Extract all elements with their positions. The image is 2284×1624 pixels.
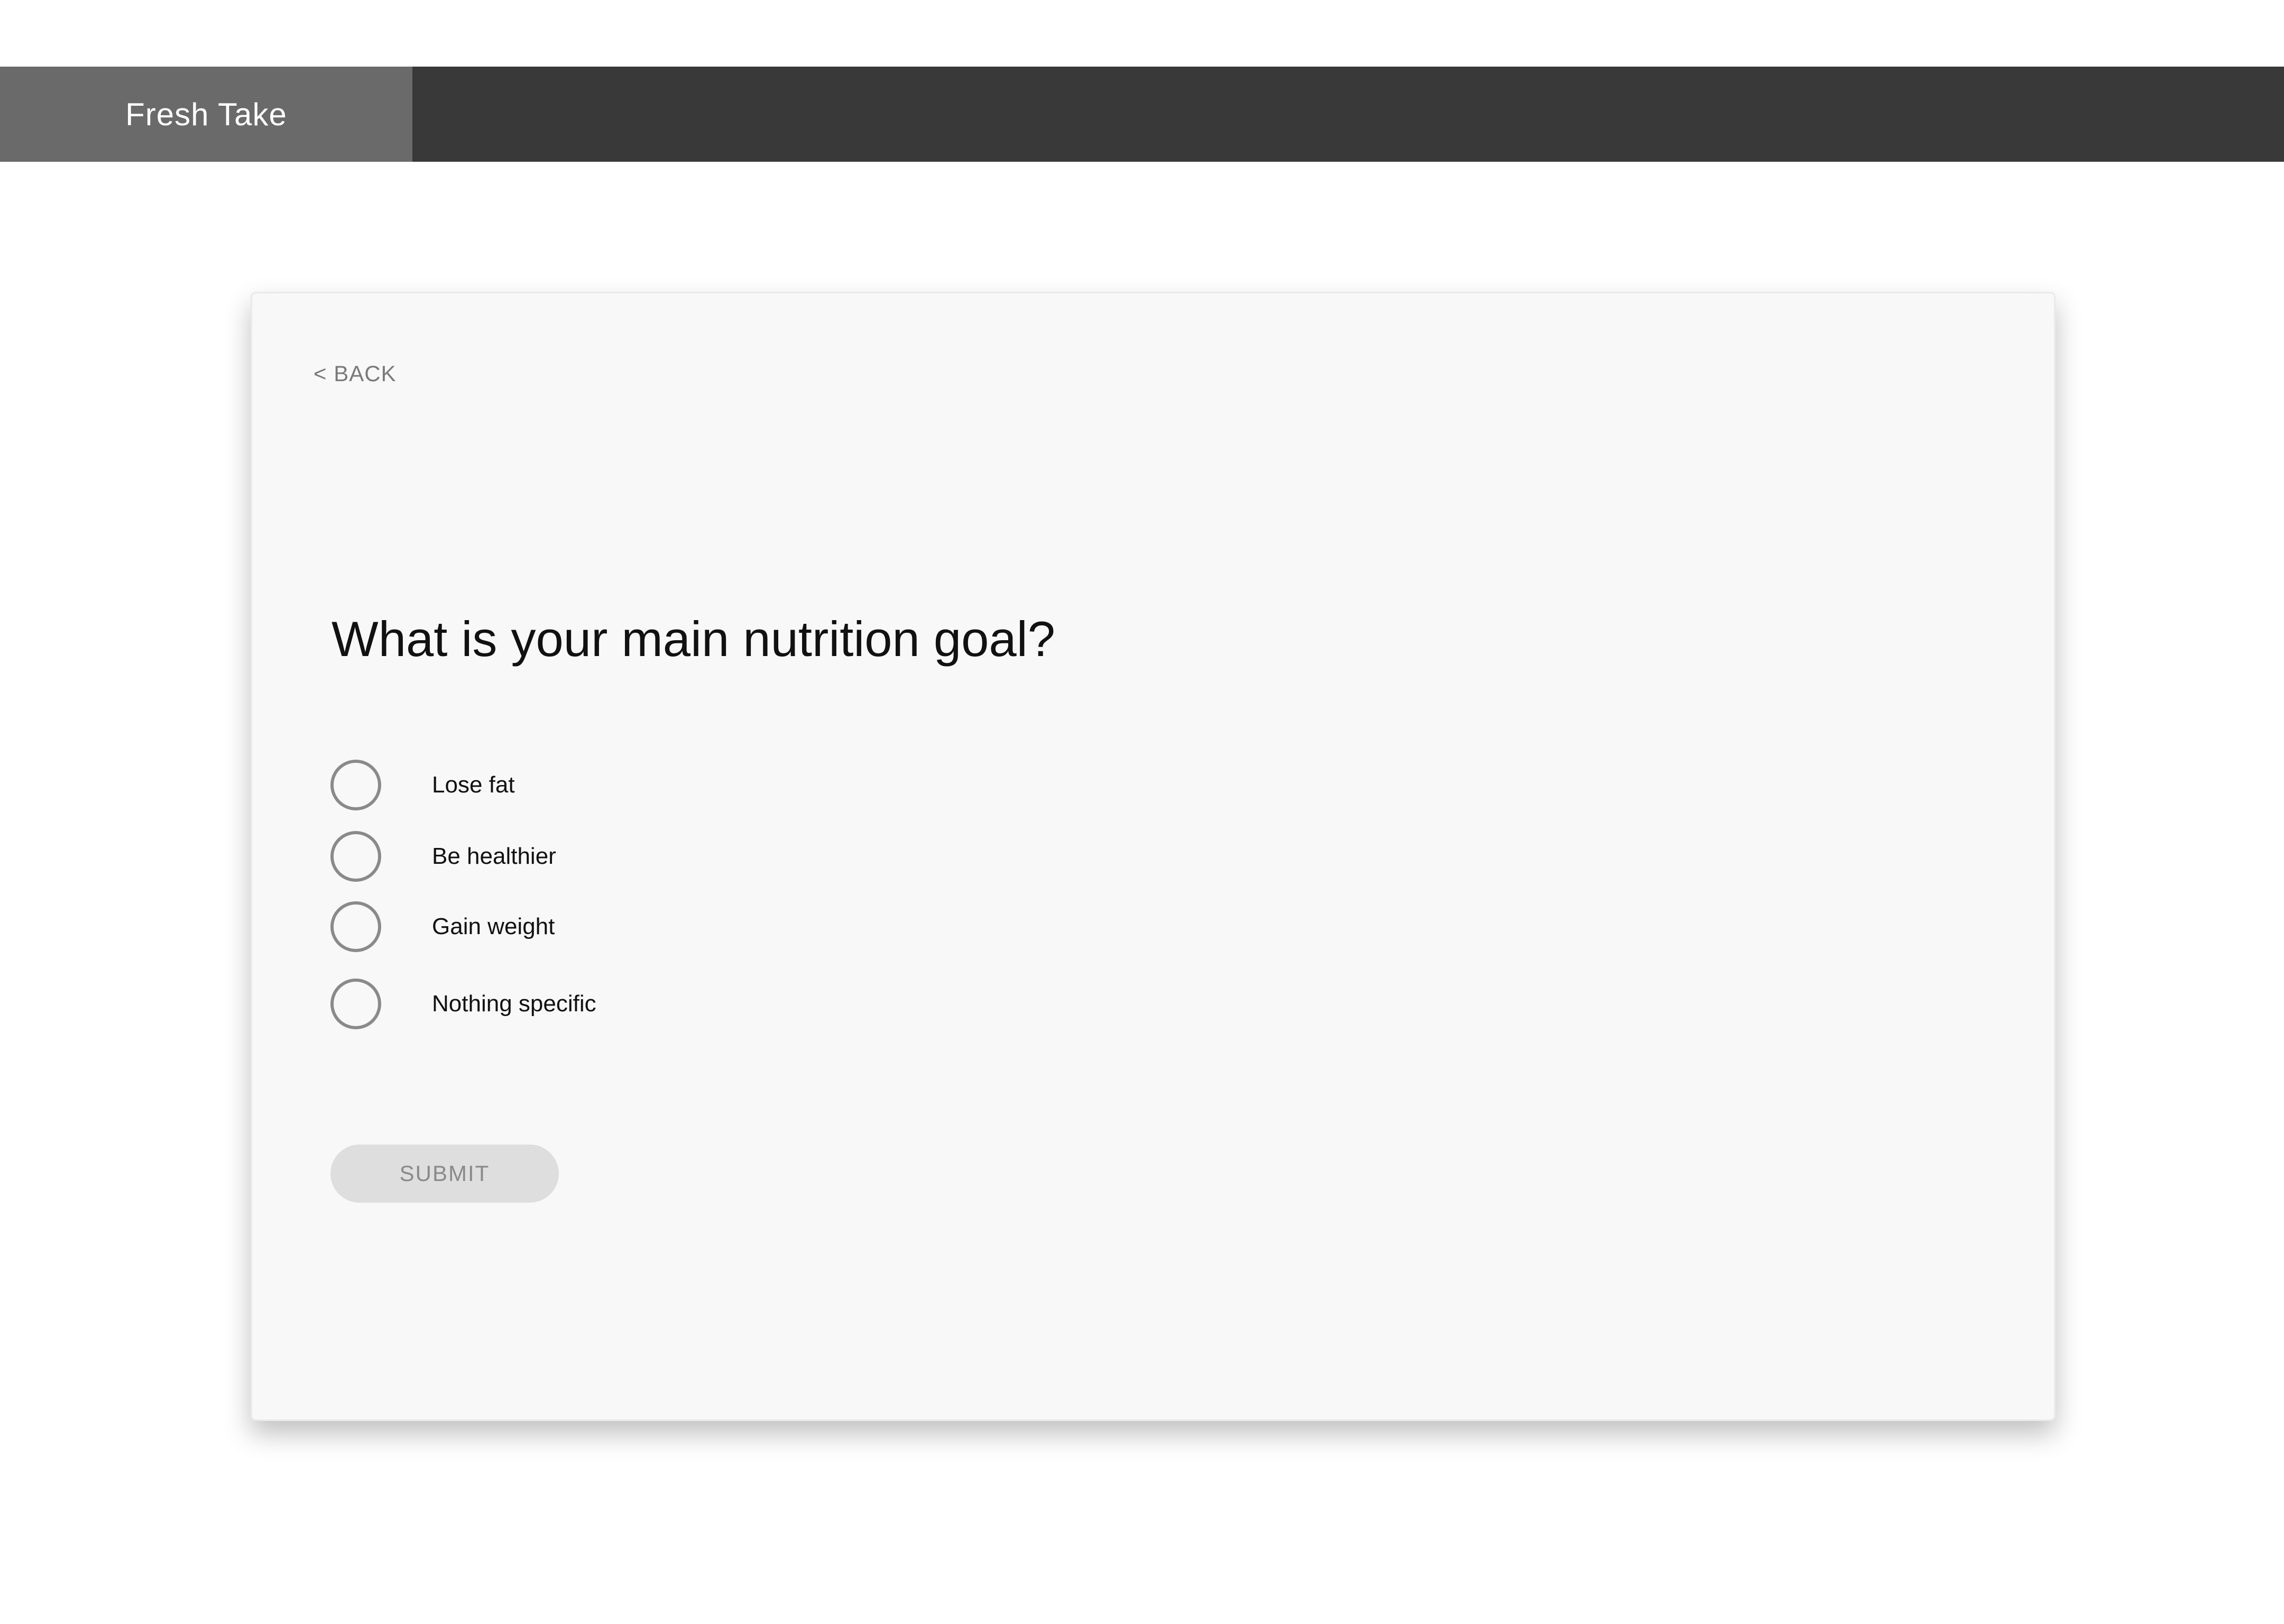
submit-button[interactable]: SUBMIT [330,1145,559,1203]
option-label: Lose fat [432,772,515,798]
radio-button-icon[interactable] [330,831,381,882]
radio-button-icon[interactable] [330,901,381,952]
question-title: What is your main nutrition goal? [331,611,1055,667]
option-nothing-specific[interactable]: Nothing specific [330,977,1071,1030]
radio-button-icon[interactable] [330,760,381,810]
brand-logo[interactable]: Fresh Take [0,67,412,162]
option-label: Gain weight [432,914,555,939]
option-lose-fat[interactable]: Lose fat [330,759,1071,811]
option-gain-weight[interactable]: Gain weight [330,900,1071,953]
radio-button-icon[interactable] [330,979,381,1029]
question-card: < BACK What is your main nutrition goal?… [251,292,2056,1421]
option-label: Be healthier [432,843,556,869]
back-button[interactable]: < BACK [314,361,397,386]
top-navigation-bar: Fresh Take [0,67,2284,162]
option-label: Nothing specific [432,991,596,1017]
option-be-healthier[interactable]: Be healthier [330,830,1071,883]
